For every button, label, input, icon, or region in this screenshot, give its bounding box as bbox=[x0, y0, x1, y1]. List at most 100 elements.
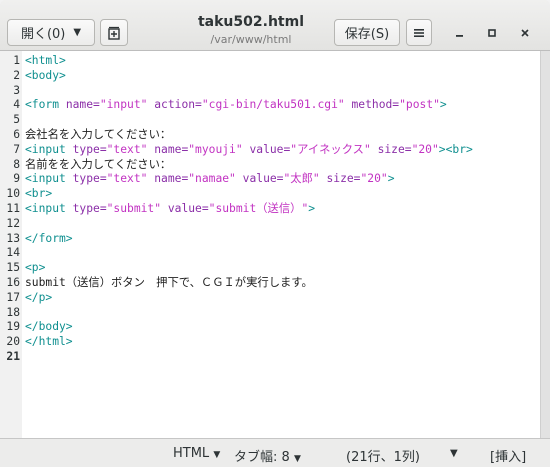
code-token: > bbox=[308, 201, 316, 215]
code-token: <p> bbox=[25, 261, 46, 275]
code-token: size= bbox=[370, 142, 412, 156]
line-number: 19 bbox=[6, 320, 20, 334]
window-title: taku502.html bbox=[197, 14, 304, 30]
window-subtitle: /var/www/html bbox=[210, 33, 292, 46]
code-token: "20" bbox=[411, 142, 439, 156]
chevron-down-icon: ▼ bbox=[213, 450, 221, 460]
code-text: <input type="text" name="myouji" value="… bbox=[25, 143, 473, 158]
line-number: 16 bbox=[6, 275, 20, 289]
code-text: </html> bbox=[25, 335, 73, 350]
code-token: <input bbox=[25, 142, 73, 156]
save-button[interactable]: 保存(S) bbox=[334, 19, 400, 46]
chevron-down-icon: ▼ bbox=[73, 27, 82, 38]
new-document-icon bbox=[108, 26, 120, 40]
chevron-down-icon[interactable]: ▼ bbox=[450, 448, 458, 459]
minimize-button[interactable] bbox=[451, 24, 469, 42]
code-token: "input" bbox=[99, 98, 148, 112]
code-token: name= bbox=[147, 142, 189, 156]
code-token: "submit（送信）" bbox=[208, 201, 309, 215]
code-token: > bbox=[439, 98, 447, 112]
line-number: 7 bbox=[13, 142, 20, 156]
code-text: <body> bbox=[25, 69, 66, 84]
line-number: 14 bbox=[6, 246, 20, 260]
line-number: 9 bbox=[13, 172, 20, 186]
maximize-icon bbox=[488, 29, 496, 37]
code-text: 会社名を入力してください： bbox=[25, 128, 171, 143]
maximize-button[interactable] bbox=[483, 24, 501, 42]
line-number: 13 bbox=[6, 231, 20, 245]
code-text: <p> bbox=[25, 261, 45, 276]
code-token: <body> bbox=[25, 68, 66, 82]
code-token: "namae" bbox=[188, 172, 236, 186]
code-token: "text" bbox=[106, 142, 148, 156]
line-number: 8 bbox=[13, 157, 20, 171]
line-number: 15 bbox=[6, 261, 20, 275]
code-token: </body> bbox=[25, 320, 73, 334]
code-token: "text" bbox=[106, 172, 148, 186]
window-title-area: taku502.html /var/www/html bbox=[185, 14, 317, 46]
minimize-icon bbox=[456, 35, 463, 37]
code-token: "太郎" bbox=[283, 172, 320, 186]
header-bar: 開く(0) ▼ taku502.html /var/www/html 保存(S) bbox=[0, 0, 550, 51]
close-icon bbox=[521, 29, 529, 37]
language-label: HTML bbox=[173, 446, 210, 461]
line-number: 3 bbox=[13, 83, 20, 97]
cursor-position-label[interactable]: (21行、1列) bbox=[346, 446, 420, 465]
line-number: 6 bbox=[13, 127, 20, 141]
code-token: submit（送信）ボタン 押下で、ＣＧＩが実行します。 bbox=[25, 275, 313, 289]
line-number: 18 bbox=[6, 305, 20, 319]
chevron-down-icon: ▼ bbox=[293, 454, 301, 464]
code-token: <form bbox=[25, 98, 66, 112]
code-token: value= bbox=[235, 172, 284, 186]
code-token: name= bbox=[65, 98, 100, 112]
language-selector[interactable]: HTML ▼ bbox=[173, 446, 220, 461]
code-token: type= bbox=[72, 201, 107, 215]
code-text: <br> bbox=[25, 187, 52, 202]
line-number: 2 bbox=[13, 68, 20, 82]
text-editor-area[interactable]: 1 <html> 2 <body> 3 4 <form name="input" actio… bbox=[0, 51, 540, 438]
new-tab-button[interactable] bbox=[100, 19, 128, 46]
code-token: </form> bbox=[25, 231, 73, 245]
code-token: > bbox=[387, 172, 395, 186]
code-text: </p> bbox=[25, 291, 52, 306]
code-token: 名前をを入力してください： bbox=[25, 157, 172, 171]
line-number: 1 bbox=[13, 54, 20, 67]
code-text: 名前をを入力してください： bbox=[25, 158, 171, 173]
line-number: 11 bbox=[6, 201, 20, 215]
code-token: type= bbox=[72, 172, 107, 186]
open-button[interactable]: 開く(0) ▼ bbox=[7, 19, 95, 46]
code-token: action= bbox=[147, 98, 202, 112]
status-bar: HTML ▼ タブ幅: 8 ▼ (21行、1列) ▼ [挿入] bbox=[0, 438, 550, 467]
code-token: "submit" bbox=[106, 201, 162, 215]
editor-window: 開く(0) ▼ taku502.html /var/www/html 保存(S) bbox=[0, 0, 550, 467]
code-token: ><br> bbox=[438, 142, 473, 156]
code-token: 会社名を入力してください： bbox=[25, 127, 172, 141]
code-token: "20" bbox=[360, 172, 388, 186]
close-button[interactable] bbox=[516, 24, 534, 42]
line-number: 5 bbox=[13, 113, 20, 127]
code-token: "cgi-bin/taku501.cgi" bbox=[201, 98, 345, 112]
line-number: 17 bbox=[6, 290, 20, 304]
code-token: "myouji" bbox=[188, 142, 243, 156]
line-number: 20 bbox=[6, 335, 20, 349]
code-token: value= bbox=[161, 201, 209, 215]
line-number: 12 bbox=[6, 216, 20, 230]
vertical-scrollbar[interactable] bbox=[540, 51, 550, 438]
insert-mode-indicator[interactable]: [挿入] bbox=[490, 446, 526, 465]
code-token: <html> bbox=[25, 54, 66, 67]
code-token: method= bbox=[344, 98, 400, 112]
tab-width-label: タブ幅: 8 bbox=[234, 450, 290, 465]
code-text: <input type="submit" value="submit（送信）"> bbox=[25, 202, 315, 217]
code-text: submit（送信）ボタン 押下で、ＣＧＩが実行します。 bbox=[25, 276, 313, 291]
code-token: </html> bbox=[25, 335, 73, 349]
hamburger-icon bbox=[414, 28, 424, 37]
code-text: <form name="input" action="cgi-bin/taku5… bbox=[25, 98, 447, 113]
line-number: 21 bbox=[6, 349, 20, 363]
menu-button[interactable] bbox=[406, 19, 432, 46]
code-text: </body> bbox=[25, 320, 73, 335]
code-token: "post" bbox=[399, 98, 440, 112]
code-token: type= bbox=[72, 142, 107, 156]
open-button-label: 開く(0) bbox=[20, 27, 66, 42]
code-token: <input bbox=[25, 201, 73, 215]
tab-width-selector[interactable]: タブ幅: 8 ▼ bbox=[234, 446, 301, 465]
